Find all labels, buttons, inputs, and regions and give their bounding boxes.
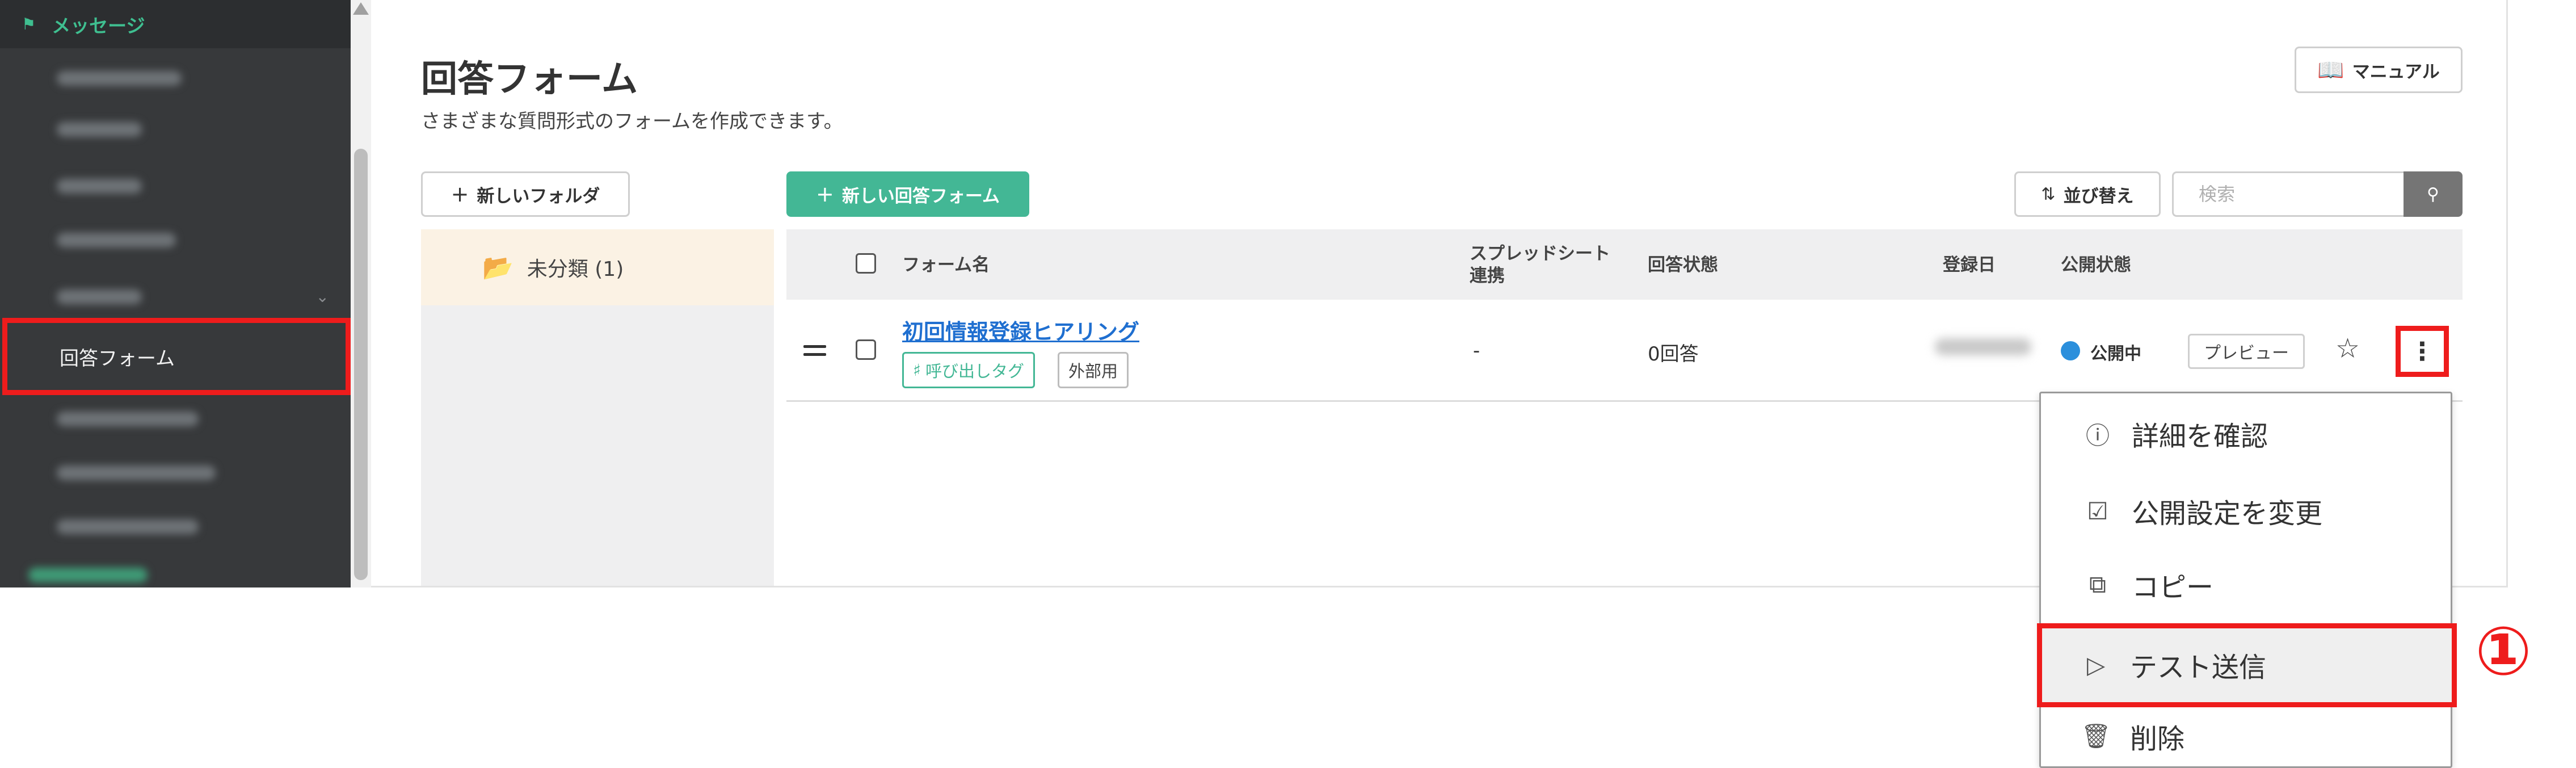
publish-status-text: 公開中 [2090,344,2141,364]
status-dot-icon [2061,341,2080,360]
menu-item-details[interactable]: ⓘ 詳細を確認 [2041,397,2451,471]
sort-icon: ⇅ [2041,184,2056,204]
sidebar-item[interactable]: ⌄ [0,270,351,324]
more-options-button[interactable]: ⋮ [2396,326,2449,377]
scroll-up-arrow-icon[interactable] [353,2,369,15]
document-check-icon: ☑ [2087,497,2108,525]
new-form-button[interactable]: + 新しい回答フォーム [786,171,1029,217]
new-folder-button[interactable]: + 新しいフォルダ [421,171,630,217]
blurred-label [57,465,216,480]
spreadsheet-cell: - [1473,339,1480,362]
sidebar-section-label: メッセージ [52,14,145,37]
chevron-down-icon: ⌄ [315,287,329,306]
blurred-label [57,121,142,137]
sidebar-item[interactable] [0,51,351,105]
menu-item-test-send[interactable]: ▷ テスト送信 [2039,628,2449,702]
table-header [786,229,2463,300]
sidebar-item[interactable] [0,102,351,156]
step-marker: ① [2475,612,2532,690]
plus-icon: + [451,182,469,207]
scrollbar-thumb[interactable] [354,149,368,580]
menu-item-label: 公開設定を変更 [2132,498,2323,530]
copy-icon: ⧉ [2089,570,2106,598]
blurred-label [57,519,199,534]
blurred-label [57,70,182,86]
search-button[interactable]: ⚲ [2404,171,2463,217]
blurred-label [57,289,142,304]
blurred-label [57,232,176,247]
sidebar-item-label: 回答フォーム [60,347,175,370]
column-header-publish-status: 公開状態 [2061,255,2131,275]
sidebar-item[interactable] [0,500,351,553]
page-title: 回答フォーム [421,58,638,100]
manual-label: マニュアル [2352,61,2440,82]
menu-item-label: 削除 [2130,723,2185,755]
new-form-label: 新しい回答フォーム [841,186,1000,207]
search-input[interactable] [2172,171,2404,217]
sidebar-section[interactable] [0,548,351,587]
blurred-label [57,178,142,194]
sidebar-item[interactable] [0,213,351,267]
registered-date-blurred [1935,338,2031,355]
menu-item-label: コピー [2132,572,2214,603]
blurred-label [28,567,148,582]
sidebar-item-answer-form[interactable]: 回答フォーム [2,318,351,395]
menu-item-delete[interactable]: 🗑 削除 [2039,706,2449,766]
tag-call[interactable]: ♯ 呼び出しタグ [902,352,1036,388]
star-icon[interactable]: ☆ [2335,333,2360,364]
tag-external[interactable]: 外部用 [1058,352,1129,388]
sort-button[interactable]: ⇅ 並び替え [2014,171,2161,217]
send-icon: ▷ [2086,651,2106,679]
sidebar-item[interactable] [0,159,351,213]
column-header-answer-status: 回答状態 [1648,255,1718,275]
page-subtitle: さまざまな質問形式のフォームを作成できます。 [421,110,843,133]
menu-item-label: テスト送信 [2130,652,2267,683]
folder-item[interactable]: 📂 未分類 (1) [421,229,774,305]
column-header-spreadsheet: スプレッドシート連携 [1470,244,1610,286]
megaphone-icon: ⚑ [22,15,36,33]
menu-item-copy[interactable]: ⧉ コピー [2041,548,2451,622]
tag-icon: ♯ [913,360,921,380]
tag-label: 呼び出しタグ [925,362,1025,381]
sort-label: 並び替え [2063,186,2134,207]
select-all-checkbox[interactable] [856,253,876,274]
drag-handle-icon[interactable] [803,345,826,361]
column-header-registered: 登録日 [1943,255,1996,275]
trash-icon: 🗑 [2081,722,2111,750]
manual-button[interactable]: 📖 マニュアル [2295,47,2463,93]
preview-button[interactable]: プレビュー [2188,334,2305,369]
form-name-link[interactable]: 初回情報登録ヒアリング [902,314,1139,346]
sidebar-item[interactable] [0,446,351,500]
book-icon: 📖 [2317,57,2345,82]
plus-icon: + [816,182,834,207]
search-icon: ⚲ [2427,184,2439,204]
column-header-form-name: フォーム名 [902,255,990,275]
sidebar-item[interactable] [0,392,351,446]
blurred-label [57,411,199,426]
info-icon: ⓘ [2085,421,2110,450]
new-folder-label: 新しいフォルダ [477,186,600,207]
menu-item-label: 詳細を確認 [2132,421,2268,452]
menu-item-publish-settings[interactable]: ☑ 公開設定を変更 [2041,474,2451,548]
row-checkbox[interactable] [856,339,876,360]
folder-open-icon: 📂 [482,253,513,282]
folder-label: 未分類 (1) [527,258,624,281]
sidebar-section-messages[interactable]: ⚑ メッセージ [0,0,351,48]
sidebar: ⚑ メッセージ ⌄ 回答フォーム [0,0,351,587]
answer-count-cell: 0回答 [1648,343,1699,366]
